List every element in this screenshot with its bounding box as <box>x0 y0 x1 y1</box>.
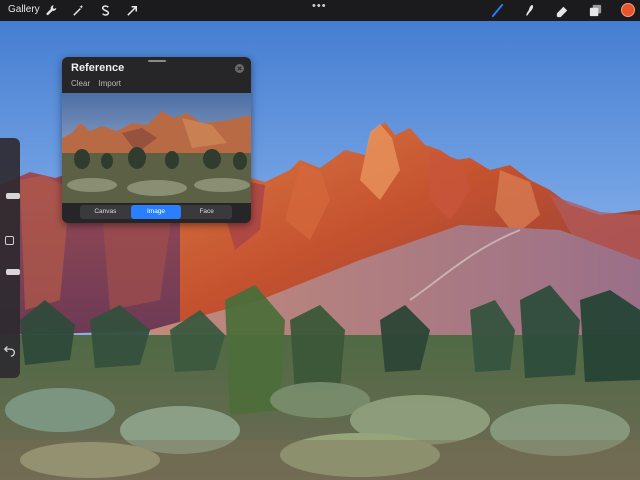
panel-grab-handle[interactable] <box>148 60 166 62</box>
undo-arrow-icon[interactable] <box>3 343 17 357</box>
tab-face[interactable]: Face <box>181 205 232 219</box>
more-handle[interactable]: ••• <box>312 0 327 12</box>
brush-opacity-thumb[interactable] <box>6 269 20 275</box>
clear-button[interactable]: Clear <box>71 79 90 88</box>
color-swatch-button[interactable] <box>621 3 635 17</box>
wrench-icon[interactable] <box>44 3 59 18</box>
top-toolbar: Gallery ••• <box>0 0 640 21</box>
layers-icon[interactable] <box>588 3 603 18</box>
import-button[interactable]: Import <box>98 79 121 88</box>
smudge-icon[interactable] <box>522 3 537 18</box>
reference-photo <box>62 93 251 203</box>
eraser-icon[interactable] <box>555 3 570 18</box>
reference-mode-tabs: Canvas Image Face <box>80 205 232 219</box>
selection-s-icon[interactable] <box>98 3 113 18</box>
tab-canvas[interactable]: Canvas <box>80 205 131 219</box>
transform-arrow-icon[interactable] <box>125 3 140 18</box>
reference-actions: Clear Import <box>71 79 127 88</box>
reference-panel: Reference Clear Import Canvas Image Face <box>62 57 251 223</box>
brush-opacity-slider[interactable] <box>3 253 20 333</box>
brush-size-slider[interactable] <box>3 144 20 226</box>
gallery-button[interactable]: Gallery <box>8 4 40 15</box>
close-icon[interactable] <box>235 64 244 73</box>
left-sidebar <box>0 138 20 378</box>
magic-wand-icon[interactable] <box>71 3 86 18</box>
brush-icon[interactable] <box>490 3 505 18</box>
brush-size-thumb[interactable] <box>6 193 20 199</box>
reference-title: Reference <box>71 62 125 74</box>
tab-image[interactable]: Image <box>130 205 182 219</box>
square-modify-icon[interactable] <box>5 236 14 245</box>
